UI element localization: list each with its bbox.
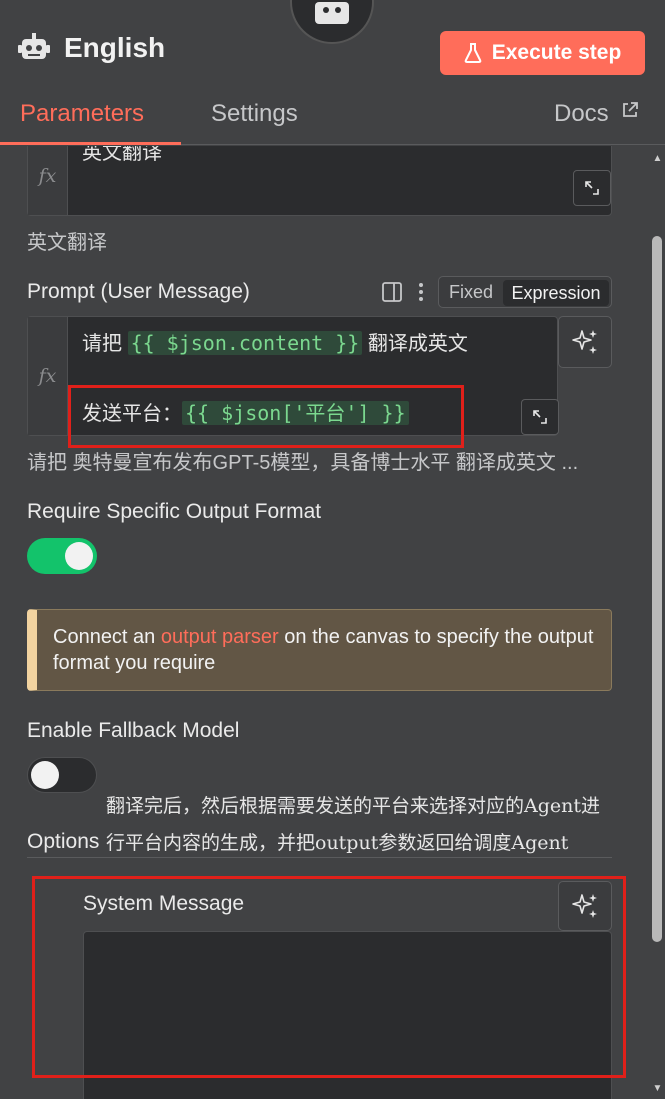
fixed-expression-toggle[interactable]: Fixed Expression <box>438 276 612 308</box>
scroll-up-icon[interactable]: ▲ <box>652 154 663 164</box>
robot-icon <box>315 2 349 24</box>
require-format-label: Require Specific Output Format <box>27 500 322 523</box>
output-parser-notice: Connect an output parser on the canvas t… <box>27 609 612 691</box>
options-label: Options <box>27 830 100 853</box>
node-icon-badge <box>290 0 374 44</box>
expand-editor-button[interactable] <box>573 170 611 206</box>
parameters-panel[interactable]: fx 英文翻译 英文翻译 Prompt (User Message) Fixed… <box>0 146 650 1099</box>
fx-indicator: fx <box>28 317 68 435</box>
expand-icon <box>533 410 547 424</box>
execute-step-label: Execute step <box>491 41 622 64</box>
tab-settings[interactable]: Settings <box>211 100 298 128</box>
prompt-line-1-suffix: 翻译成英文 <box>367 333 468 355</box>
expand-icon <box>585 181 599 195</box>
node-header: English Execute step Parameters Settings… <box>0 0 665 145</box>
output-parser-link[interactable]: output parser <box>161 626 279 648</box>
external-link-icon <box>623 102 639 117</box>
fallback-switch[interactable] <box>27 757 97 793</box>
switch-knob <box>65 542 93 570</box>
prompt-line-1-prefix: 请把 <box>82 333 122 355</box>
ai-assist-button[interactable] <box>558 316 612 368</box>
highlight-annotation <box>32 876 626 1078</box>
tab-docs-label: Docs <box>554 100 609 127</box>
mode-fixed-option[interactable]: Fixed <box>449 282 493 303</box>
prompt-line-1: 请把 {{ $json.content }} 翻译成英文 <box>82 327 468 356</box>
notice-prefix: Connect an <box>53 626 156 648</box>
prompt-preview: 请把 奥特曼宣布发布GPT-5模型，具备博士水平 翻译成英文 ... <box>27 452 579 474</box>
active-tab-indicator <box>0 142 181 145</box>
scroll-down-icon[interactable]: ▼ <box>652 1084 663 1094</box>
switch-knob <box>31 761 59 789</box>
system-message-value: 翻译完后，然后根据需要发送的平台来选择对应的Agent进行平台内容的生成，并把o… <box>106 795 601 854</box>
more-options-icon[interactable] <box>418 282 424 302</box>
require-format-switch[interactable] <box>27 538 97 574</box>
prompt-expression-content: {{ $json.content }} <box>127 331 363 355</box>
prev-field-input[interactable]: fx 英文翻译 <box>27 146 612 216</box>
mode-expression-option[interactable]: Expression <box>503 280 609 306</box>
highlight-annotation <box>68 385 464 448</box>
expand-editor-button[interactable] <box>521 399 559 435</box>
flask-icon <box>464 43 482 63</box>
tab-docs[interactable]: Docs <box>554 100 639 128</box>
prompt-label: Prompt (User Message) <box>27 280 250 303</box>
panel-toggle-icon[interactable] <box>381 281 403 303</box>
node-title[interactable]: English <box>64 32 165 64</box>
node-title-row: English <box>18 32 165 64</box>
prev-field-value: 英文翻译 <box>82 146 162 164</box>
tab-parameters[interactable]: Parameters <box>20 100 144 128</box>
prev-field-preview: 英文翻译 <box>27 232 107 254</box>
fx-indicator: fx <box>28 146 68 215</box>
tab-bar: Parameters Settings Docs <box>0 100 665 145</box>
sparkles-icon <box>572 330 597 354</box>
scrollbar[interactable]: ▲ ▼ <box>650 146 665 1099</box>
scroll-thumb[interactable] <box>652 236 662 942</box>
robot-icon <box>18 33 50 59</box>
fallback-label: Enable Fallback Model <box>27 719 240 742</box>
execute-step-button[interactable]: Execute step <box>440 31 645 75</box>
